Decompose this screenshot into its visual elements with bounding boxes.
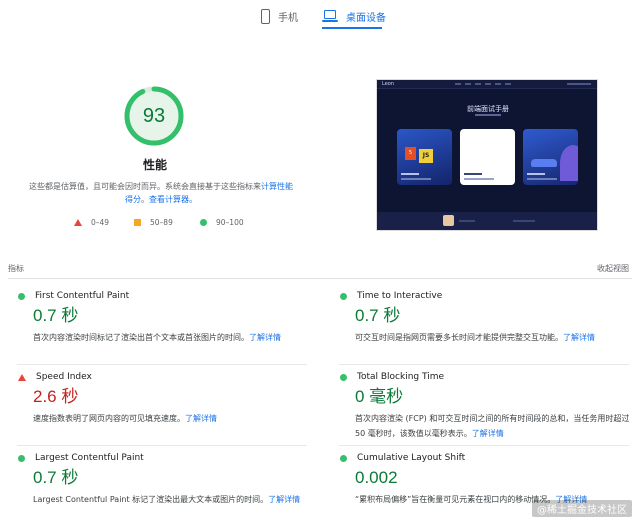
learn-more-link[interactable]: 了解详情 (563, 333, 595, 342)
metric-cumulative-layout-shift: Cumulative Layout Shift 0.002 “累积布局偏移”旨在… (339, 452, 629, 507)
metric-description: 首次内容渲染时间标记了渲染出首个文本或首张图片的时间。了解详情 (33, 330, 308, 345)
fail-icon (18, 373, 26, 381)
preview-logo: Leon (382, 81, 395, 87)
preview-nav-dot (465, 83, 471, 85)
pass-icon (340, 454, 347, 462)
legend-good: 90–100 (200, 218, 244, 227)
preview-footer-bar (513, 220, 535, 222)
collapse-view-button[interactable]: 收起视图 (597, 263, 629, 274)
page-screenshot-preview: Leon 前端面试手册 5 JS (376, 79, 598, 231)
html5-icon: 5 (405, 147, 416, 160)
tab-desktop[interactable]: 桌面设备 (322, 4, 386, 28)
metric-value: 0.7 秒 (355, 306, 401, 325)
score-value: 93 (142, 104, 166, 127)
metric-description: 可交互时间是指网页需要多长时间才能提供完整交互功能。了解详情 (355, 330, 630, 345)
preview-card (523, 129, 578, 185)
metric-speed-index: Speed Index 2.6 秒 速度指数表明了网页内容的可见填充速度。了解详… (17, 371, 307, 426)
phone-icon (261, 8, 270, 24)
metric-desc-text: 首次内容渲染时间标记了渲染出首个文本或首张图片的时间。 (33, 333, 249, 342)
preview-nav-dot (475, 83, 481, 85)
device-tabs: 手机 桌面设备 (0, 0, 640, 30)
square-icon (134, 219, 141, 226)
metric-description: 首次内容渲染 (FCP) 和可交互时间之间的所有时间段的总和，当任务用时超过 5… (355, 411, 630, 441)
score-title: 性能 (142, 158, 167, 172)
metric-name: Time to Interactive (357, 291, 443, 301)
metric-desc-text: Largest Contentful Paint 标记了渲染出最大文本或图片的时… (33, 495, 269, 504)
triangle-icon (74, 219, 82, 226)
preview-search (567, 83, 591, 85)
learn-more-link[interactable]: 了解详情 (472, 429, 504, 438)
preview-card: 5 JS (397, 129, 452, 185)
score-description: 这些都是估算值，且可能会因时而异。系统会直接基于这些指标来计算性能得分。查看计算… (26, 180, 296, 206)
preview-footer-bar (459, 220, 475, 222)
preview-footer (377, 212, 597, 230)
metric-name: Largest Contentful Paint (35, 453, 144, 463)
metric-first-contentful-paint: First Contentful Paint 0.7 秒 首次内容渲染时间标记了… (17, 290, 307, 345)
learn-more-link[interactable]: 了解详情 (268, 495, 300, 504)
metric-value: 0 毫秒 (355, 387, 404, 406)
pass-icon (18, 292, 25, 300)
preview-nav-dot (455, 83, 461, 85)
metric-desc-text: 速度指数表明了网页内容的可见填充速度。 (33, 414, 185, 423)
metric-name: Cumulative Layout Shift (357, 453, 466, 463)
car-icon (531, 159, 557, 167)
metric-description: 速度指数表明了网页内容的可见填充速度。了解详情 (33, 411, 308, 426)
metric-description: Largest Contentful Paint 标记了渲染出最大文本或图片的时… (33, 492, 308, 507)
legend-average-range: 50–89 (150, 218, 173, 227)
metric-value: 0.7 秒 (33, 306, 79, 325)
pass-icon (18, 454, 25, 462)
circle-icon (200, 219, 207, 226)
legend-poor-range: 0–49 (91, 218, 110, 227)
watermark: @稀土掘金技术社区 (532, 500, 632, 517)
preview-nav-dot (505, 83, 511, 85)
score-desc-text: 这些都是估算值，且可能会因时而异。系统会直接基于这些指标来 (29, 182, 261, 191)
metric-total-blocking-time: Total Blocking Time 0 毫秒 首次内容渲染 (FCP) 和可… (339, 371, 629, 441)
preview-nav-dot (485, 83, 491, 85)
learn-more-link[interactable]: 了解详情 (185, 414, 217, 423)
legend-average: 50–89 (134, 218, 173, 227)
metric-name: First Contentful Paint (35, 291, 130, 301)
metric-name: Total Blocking Time (357, 372, 445, 382)
preview-nav-dot (495, 83, 501, 85)
avatar (443, 215, 454, 226)
section-divider (8, 278, 632, 279)
metric-time-to-interactive: Time to Interactive 0.7 秒 可交互时间是指网页需要多长时… (339, 290, 629, 345)
metric-divider (17, 445, 307, 446)
metrics-section-label: 指标 (8, 264, 24, 273)
metric-divider (339, 364, 629, 365)
preview-title: 前端面试手册 (467, 105, 509, 113)
metric-divider (17, 364, 307, 365)
learn-more-link[interactable]: 了解详情 (249, 333, 281, 342)
metric-divider (339, 445, 629, 446)
laptop-icon (322, 10, 338, 22)
metric-desc-text: “累积布局偏移”旨在衡量可见元素在视口内的移动情况。 (355, 495, 556, 504)
active-tab-indicator (322, 27, 382, 29)
legend-good-range: 90–100 (216, 218, 244, 227)
metric-name: Speed Index (36, 372, 92, 382)
view-calculator-link[interactable]: 查看计算器。 (149, 195, 197, 204)
metric-largest-contentful-paint: Largest Contentful Paint 0.7 秒 Largest C… (17, 452, 307, 507)
tab-mobile[interactable]: 手机 (261, 4, 298, 28)
tab-mobile-label: 手机 (278, 12, 298, 24)
illustration-icon (560, 145, 578, 181)
preview-card (460, 129, 515, 185)
score-desc-sep: 。 (141, 195, 149, 204)
tab-desktop-label: 桌面设备 (346, 12, 386, 24)
metric-value: 2.6 秒 (33, 387, 79, 406)
preview-subtitle (475, 114, 501, 116)
metric-value: 0.7 秒 (33, 468, 79, 487)
legend-poor: 0–49 (74, 218, 109, 227)
pass-icon (340, 292, 347, 300)
metric-desc-text: 可交互时间是指网页需要多长时间才能提供完整交互功能。 (355, 333, 563, 342)
pass-icon (340, 373, 347, 381)
js-icon: JS (419, 149, 433, 163)
metric-value: 0.002 (355, 468, 398, 487)
